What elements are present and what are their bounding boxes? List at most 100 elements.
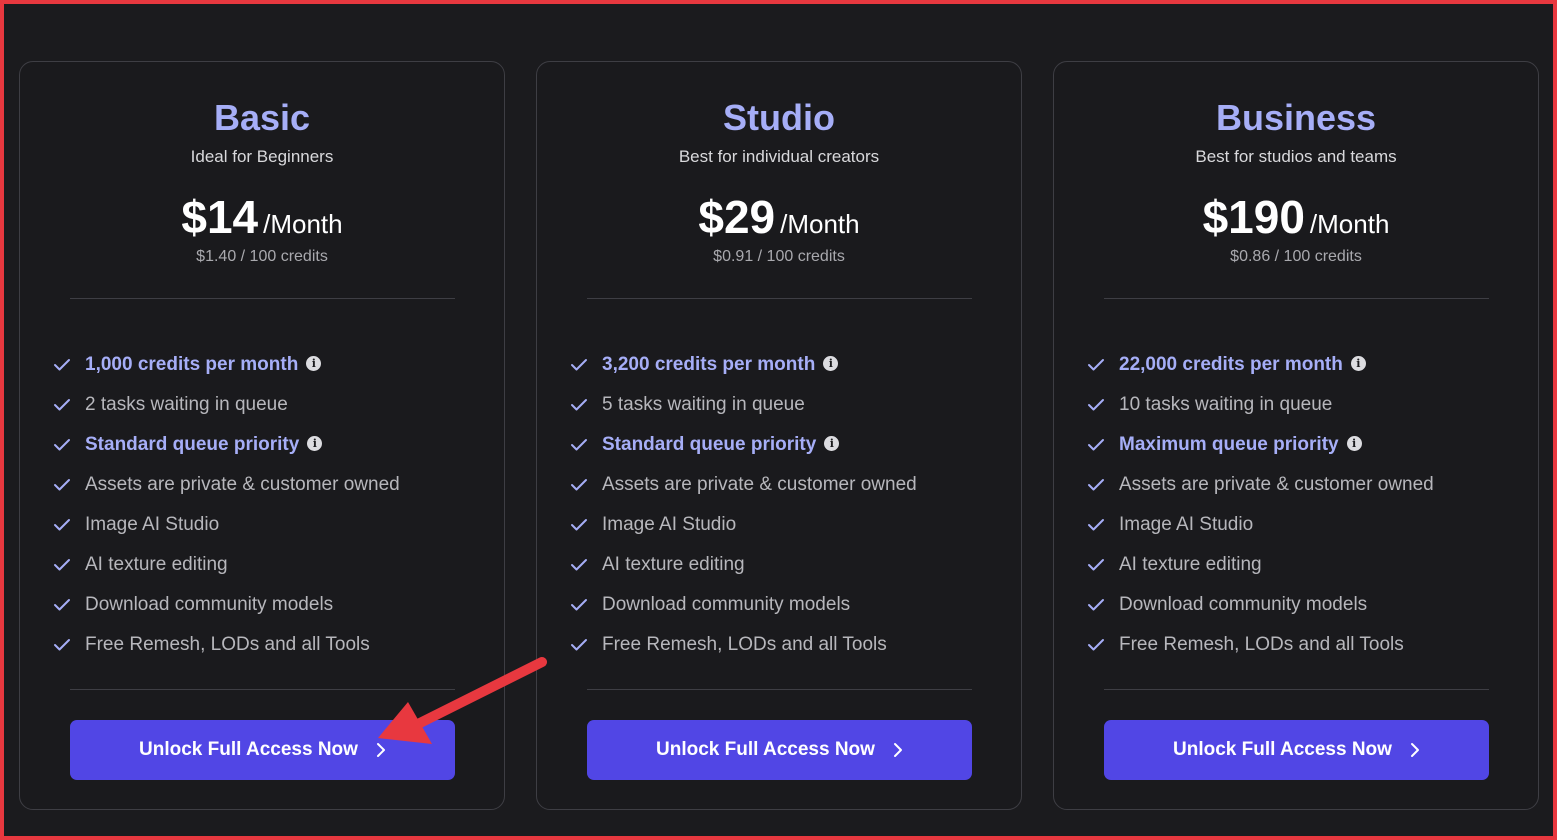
feature-item: Download community models	[570, 585, 917, 625]
feature-item: AI texture editing	[53, 545, 400, 585]
feature-item: Image AI Studio	[53, 505, 400, 545]
feature-item: 10 tasks waiting in queue	[1087, 385, 1434, 425]
plan-card-business: Business Best for studios and teams $190…	[1053, 61, 1539, 810]
unlock-full-access-button[interactable]: Unlock Full Access Now	[70, 720, 455, 780]
check-icon	[571, 559, 587, 571]
feature-text: Assets are private & customer owned	[85, 474, 400, 495]
price-row: $190/Month	[1054, 190, 1538, 244]
divider	[1104, 689, 1489, 690]
plan-price: $190	[1202, 191, 1305, 243]
plan-name: Business	[1215, 97, 1377, 138]
feature-item: Free Remesh, LODs and all Tools	[570, 625, 917, 665]
feature-text: Download community models	[85, 594, 334, 615]
feature-item: Free Remesh, LODs and all Tools	[53, 625, 400, 665]
check-icon	[1088, 639, 1104, 651]
plan-tagline: Ideal for Beginners	[190, 147, 334, 166]
check-icon	[571, 599, 587, 611]
info-icon[interactable]: i	[306, 356, 322, 371]
info-icon[interactable]: i	[307, 436, 323, 451]
info-icon[interactable]: i	[824, 436, 840, 451]
feature-text: 3,200 credits per month	[602, 354, 816, 375]
plan-name: Basic	[213, 97, 311, 138]
unlock-full-access-button[interactable]: Unlock Full Access Now	[587, 720, 972, 780]
feature-text: Free Remesh, LODs and all Tools	[85, 634, 370, 655]
plan-card-studio: Studio Best for individual creators $29/…	[536, 61, 1022, 810]
plan-price: $29	[698, 191, 776, 243]
feature-text: Image AI Studio	[85, 514, 220, 535]
feature-text: AI texture editing	[602, 554, 745, 575]
button-label: Unlock Full Access Now	[139, 739, 358, 760]
check-icon	[1088, 599, 1104, 611]
check-icon	[1088, 359, 1104, 371]
feature-item: Assets are private & customer owned	[53, 465, 400, 505]
check-icon	[54, 519, 70, 531]
check-icon	[54, 639, 70, 651]
check-icon	[54, 479, 70, 491]
feature-item: Maximum queue priority i	[1087, 425, 1434, 465]
feature-text: 2 tasks waiting in queue	[85, 394, 288, 415]
divider	[70, 298, 455, 299]
unit-cost: $0.91 / 100 credits	[713, 248, 845, 265]
check-icon	[54, 359, 70, 371]
pricing-cards: Basic Ideal for Beginners $14/Month $1.4…	[19, 61, 1539, 810]
feature-text: Assets are private & customer owned	[1119, 474, 1434, 495]
info-icon[interactable]: i	[823, 356, 839, 371]
plan-tagline: Best for individual creators	[678, 147, 880, 166]
feature-text: Assets are private & customer owned	[602, 474, 917, 495]
check-icon	[54, 559, 70, 571]
feature-text: Image AI Studio	[1119, 514, 1254, 535]
feature-item: Assets are private & customer owned	[1087, 465, 1434, 505]
feature-text: Free Remesh, LODs and all Tools	[1119, 634, 1404, 655]
feature-item: Standard queue priority i	[570, 425, 917, 465]
info-icon[interactable]: i	[1350, 356, 1366, 371]
feature-item: 1,000 credits per month i	[53, 345, 400, 385]
check-icon	[571, 639, 587, 651]
plan-period: /Month	[780, 209, 860, 239]
plan-card-basic: Basic Ideal for Beginners $14/Month $1.4…	[19, 61, 505, 810]
check-icon	[571, 359, 587, 371]
feature-item: Free Remesh, LODs and all Tools	[1087, 625, 1434, 665]
button-label: Unlock Full Access Now	[656, 739, 875, 760]
check-icon	[571, 479, 587, 491]
check-icon	[1088, 519, 1104, 531]
check-icon	[571, 519, 587, 531]
feature-item: AI texture editing	[1087, 545, 1434, 585]
feature-text: Image AI Studio	[602, 514, 737, 535]
feature-item: Image AI Studio	[1087, 505, 1434, 545]
feature-text: Download community models	[1119, 594, 1368, 615]
feature-list: 1,000 credits per month i 2 tasks waiting …	[53, 345, 400, 665]
feature-item: AI texture editing	[570, 545, 917, 585]
check-icon	[1088, 559, 1104, 571]
plan-period: /Month	[263, 209, 343, 239]
feature-item: Download community models	[53, 585, 400, 625]
unit-cost: $1.40 / 100 credits	[196, 248, 328, 265]
feature-text: 10 tasks waiting in queue	[1119, 394, 1333, 415]
feature-item: 3,200 credits per month i	[570, 345, 917, 385]
feature-item: Download community models	[1087, 585, 1434, 625]
button-label: Unlock Full Access Now	[1173, 739, 1392, 760]
unlock-full-access-button[interactable]: Unlock Full Access Now	[1104, 720, 1489, 780]
plan-name: Studio	[723, 97, 835, 138]
plan-tagline: Best for studios and teams	[1195, 147, 1397, 166]
feature-text: Maximum queue priority	[1119, 434, 1339, 455]
feature-text: 1,000 credits per month	[85, 354, 299, 375]
unit-cost: $0.86 / 100 credits	[1230, 248, 1362, 265]
feature-list: 3,200 credits per month i 5 tasks waiting …	[570, 345, 917, 665]
plan-period: /Month	[1309, 209, 1390, 239]
feature-text: 22,000 credits per month	[1119, 354, 1343, 375]
feature-text: 5 tasks waiting in queue	[602, 394, 805, 415]
feature-item: 5 tasks waiting in queue	[570, 385, 917, 425]
divider	[1104, 298, 1489, 299]
feature-text: Standard queue priority	[85, 434, 300, 455]
check-icon	[54, 399, 70, 411]
check-icon	[1088, 479, 1104, 491]
feature-list: 22,000 credits per month i 10 tasks waitin…	[1087, 345, 1434, 665]
info-icon[interactable]: i	[1346, 436, 1362, 451]
plan-price: $14	[181, 191, 259, 243]
feature-text: AI texture editing	[85, 554, 228, 575]
divider	[70, 689, 455, 690]
check-icon	[1088, 399, 1104, 411]
check-icon	[571, 399, 587, 411]
chevron-right-icon	[1410, 743, 1419, 757]
feature-item: Image AI Studio	[570, 505, 917, 545]
